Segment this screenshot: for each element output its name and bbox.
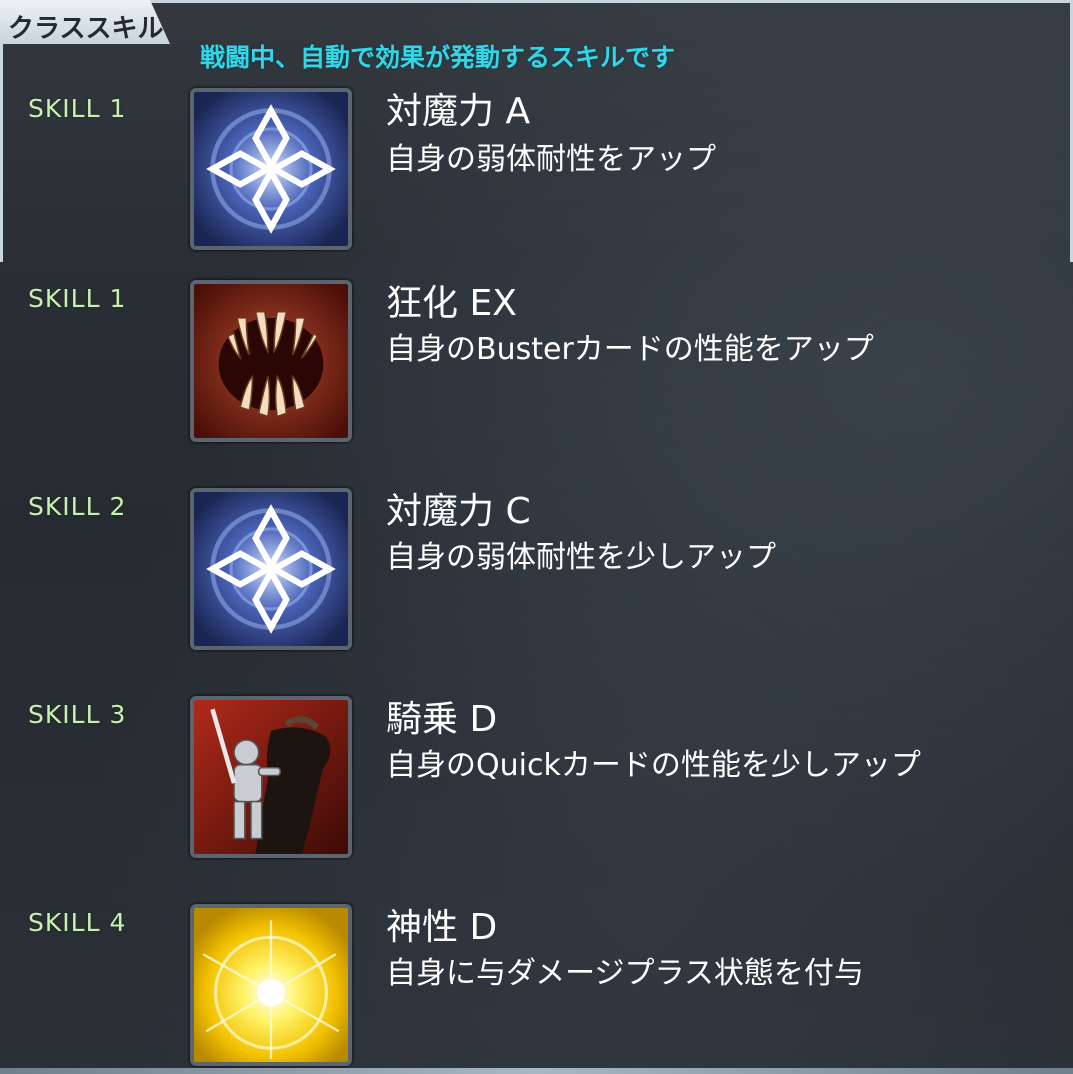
skill-description: 自身のBusterカードの性能をアップ [386, 332, 874, 367]
skill-description: 自身の弱体耐性をアップ [386, 142, 716, 177]
panel-subtitle: 戦闘中、自動で効果が発動するスキルです [200, 43, 676, 72]
madness-fangs-icon [190, 280, 352, 442]
skill-slot-label: SKILL 1 [28, 94, 127, 123]
skill-name: 狂化 EX [386, 283, 517, 324]
skill-slot-label: SKILL 2 [28, 492, 127, 521]
divinity-light-icon [190, 904, 352, 1066]
skill-row[interactable]: SKILL 4 神性 D 自身に与ダメージプラス状態を付与 [0, 898, 1073, 1068]
skill-slot-label: SKILL 1 [28, 284, 127, 313]
skill-name: 神性 D [386, 907, 498, 948]
skill-description: 自身の弱体耐性を少しアップ [386, 540, 776, 575]
magic-resistance-icon [190, 88, 352, 250]
class-skill-tab-label: クラススキル [8, 14, 164, 44]
skill-name: 対魔力 A [386, 91, 531, 132]
magic-resistance-icon [190, 488, 352, 650]
bottom-frame-bar [0, 1068, 1073, 1074]
skill-row[interactable]: SKILL 1 対魔力 A 自身の弱体耐性をアップ [0, 82, 1073, 252]
skill-row[interactable]: SKILL 2 対魔力 C 自身の弱体耐性を少しアップ [0, 482, 1073, 652]
class-skill-tab: クラススキル [0, 0, 170, 44]
skill-description: 自身に与ダメージプラス状態を付与 [386, 956, 864, 991]
skill-description: 自身のQuickカードの性能を少しアップ [386, 748, 921, 783]
skill-slot-label: SKILL 3 [28, 700, 127, 729]
skill-row[interactable]: SKILL 3 騎乗 D 自身のQuickカードの性能を少しアップ [0, 690, 1073, 860]
skill-slot-label: SKILL 4 [28, 908, 127, 937]
skill-name: 対魔力 C [386, 491, 531, 532]
skill-row[interactable]: SKILL 1 狂化 EX 自身のBusterカードの性能をアップ [0, 274, 1073, 444]
riding-knight-icon [190, 696, 352, 858]
skill-name: 騎乗 D [386, 699, 498, 740]
